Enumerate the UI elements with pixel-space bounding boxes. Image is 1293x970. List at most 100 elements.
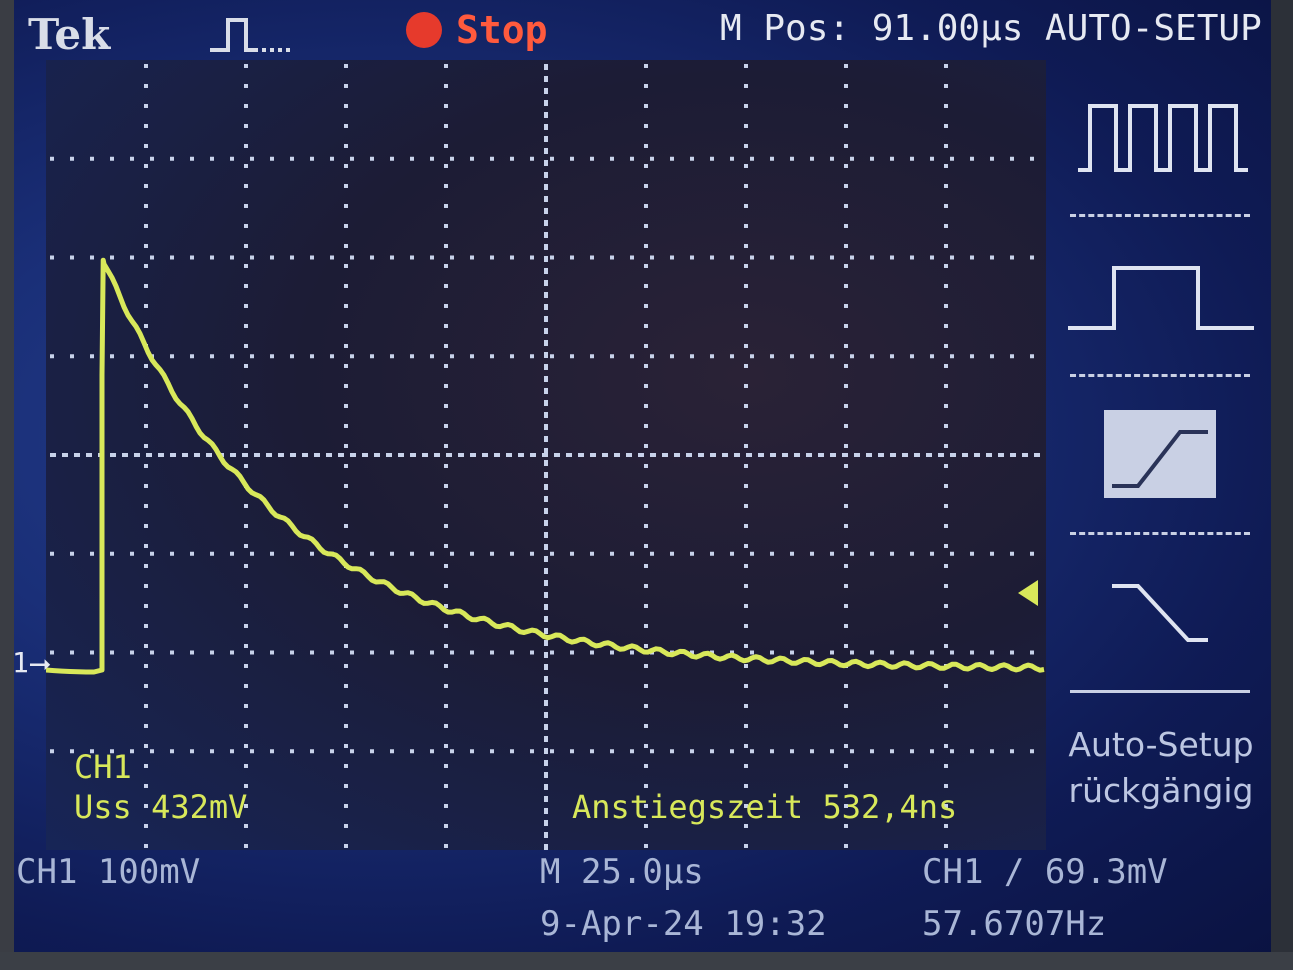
graticule-dot: [144, 744, 148, 748]
graticule-dot: [344, 384, 348, 388]
run-state-label: Stop: [456, 8, 548, 52]
menu-separator: [1070, 690, 1250, 693]
graticule-dot: [690, 354, 694, 359]
graticule-dot: [644, 304, 648, 308]
graticule-dot: [746, 453, 752, 457]
graticule-dot: [744, 304, 748, 308]
graticule-dot: [990, 255, 994, 260]
graticule-dot: [698, 453, 704, 457]
graticule-dot: [530, 749, 534, 754]
graticule-dot: [544, 352, 548, 358]
graticule-dot: [344, 224, 348, 228]
graticule-dot: [844, 304, 848, 308]
graticule-dot: [844, 604, 848, 608]
undo-auto-setup-button[interactable]: Auto-Setup rückgängig: [1052, 722, 1270, 822]
graticule-dot: [644, 64, 648, 68]
graticule-dot: [144, 204, 148, 208]
graticule-dot: [344, 464, 348, 468]
graticule-dot: [110, 354, 114, 359]
graticule-dot: [1010, 749, 1014, 754]
graticule-dot: [386, 453, 392, 457]
graticule-dot: [450, 354, 454, 359]
graticule-dot: [506, 453, 512, 457]
graticule-dot: [490, 749, 494, 754]
graticule-dot: [444, 764, 448, 768]
graticule-dot: [244, 224, 248, 228]
graticule-dot: [362, 453, 368, 457]
graticule-dot: [344, 784, 348, 788]
graticule-dot: [344, 204, 348, 208]
graticule-dot: [910, 650, 914, 655]
graticule-dot: [1034, 453, 1040, 457]
graticule-dot: [844, 204, 848, 208]
brand-logo: Tek: [28, 10, 111, 59]
graticule-dot: [250, 650, 254, 655]
graticule-dot: [244, 844, 248, 848]
graticule-dot: [944, 164, 948, 168]
graticule-dot: [744, 164, 748, 168]
graticule-dot: [644, 544, 648, 548]
graticule-dot: [944, 644, 948, 648]
graticule-dot: [450, 749, 454, 754]
graticule-dot: [170, 650, 174, 655]
graticule-dot: [926, 453, 932, 457]
graticule-dot: [544, 832, 548, 838]
graticule-dot: [544, 700, 548, 706]
graticule-dot: [650, 551, 654, 556]
graticule-dot: [90, 354, 94, 359]
graticule-dot: [544, 484, 548, 490]
graticule-dot: [144, 104, 148, 108]
graticule-dot: [544, 820, 548, 826]
menu-item-multi-cycle[interactable]: [1068, 92, 1254, 202]
graticule-dot: [510, 650, 514, 655]
graticule-dot: [144, 124, 148, 128]
graticule-dot: [644, 624, 648, 628]
graticule-dot: [850, 749, 854, 754]
graticule-dot: [490, 255, 494, 260]
undo-label-line2: rückgängig: [1068, 771, 1254, 810]
graticule-dot: [944, 724, 948, 728]
menu-item-single-cycle[interactable]: [1068, 252, 1254, 362]
graticule-dot: [244, 344, 248, 348]
graticule-dot: [744, 524, 748, 528]
menu-separator: [1070, 532, 1250, 535]
graticule-dot: [144, 504, 148, 508]
graticule-dot: [544, 568, 548, 574]
graticule-dot: [344, 124, 348, 128]
graticule-dot: [144, 444, 148, 448]
graticule-dot: [244, 664, 248, 668]
graticule-dot: [944, 404, 948, 408]
graticule-dot: [482, 453, 488, 457]
graticule-dot: [844, 484, 848, 488]
graticule-dot: [444, 724, 448, 728]
graticule-dot: [144, 484, 148, 488]
graticule-dot: [810, 354, 814, 359]
graticule-dot: [344, 184, 348, 188]
graticule-dot: [410, 650, 414, 655]
graticule-dot: [444, 844, 448, 848]
graticule-dot: [410, 255, 414, 260]
graticule-dot: [50, 551, 54, 556]
graticule-dot: [590, 453, 596, 457]
menu-item-falling-edge[interactable]: [1068, 562, 1254, 672]
graticule-dot: [244, 464, 248, 468]
graticule-dot: [1030, 551, 1034, 556]
graticule-dot: [144, 524, 148, 528]
graticule-dot: [566, 453, 572, 457]
graticule-dot: [170, 551, 174, 556]
graticule-dot: [644, 484, 648, 488]
undo-label-line1: Auto-Setup: [1068, 725, 1254, 764]
graticule-dot: [670, 156, 674, 161]
graticule-dot: [990, 354, 994, 359]
graticule-dot: [844, 264, 848, 268]
graticule-dot: [314, 453, 320, 457]
graticule-dot: [150, 255, 154, 260]
menu-item-rising-edge[interactable]: [1068, 402, 1254, 512]
graticule-dot: [244, 584, 248, 588]
graticule-dot: [970, 551, 974, 556]
graticule-dot: [190, 650, 194, 655]
graticule-dot: [744, 84, 748, 88]
graticule-dot: [290, 453, 296, 457]
graticule-dot: [344, 644, 348, 648]
graticule-dot: [490, 354, 494, 359]
